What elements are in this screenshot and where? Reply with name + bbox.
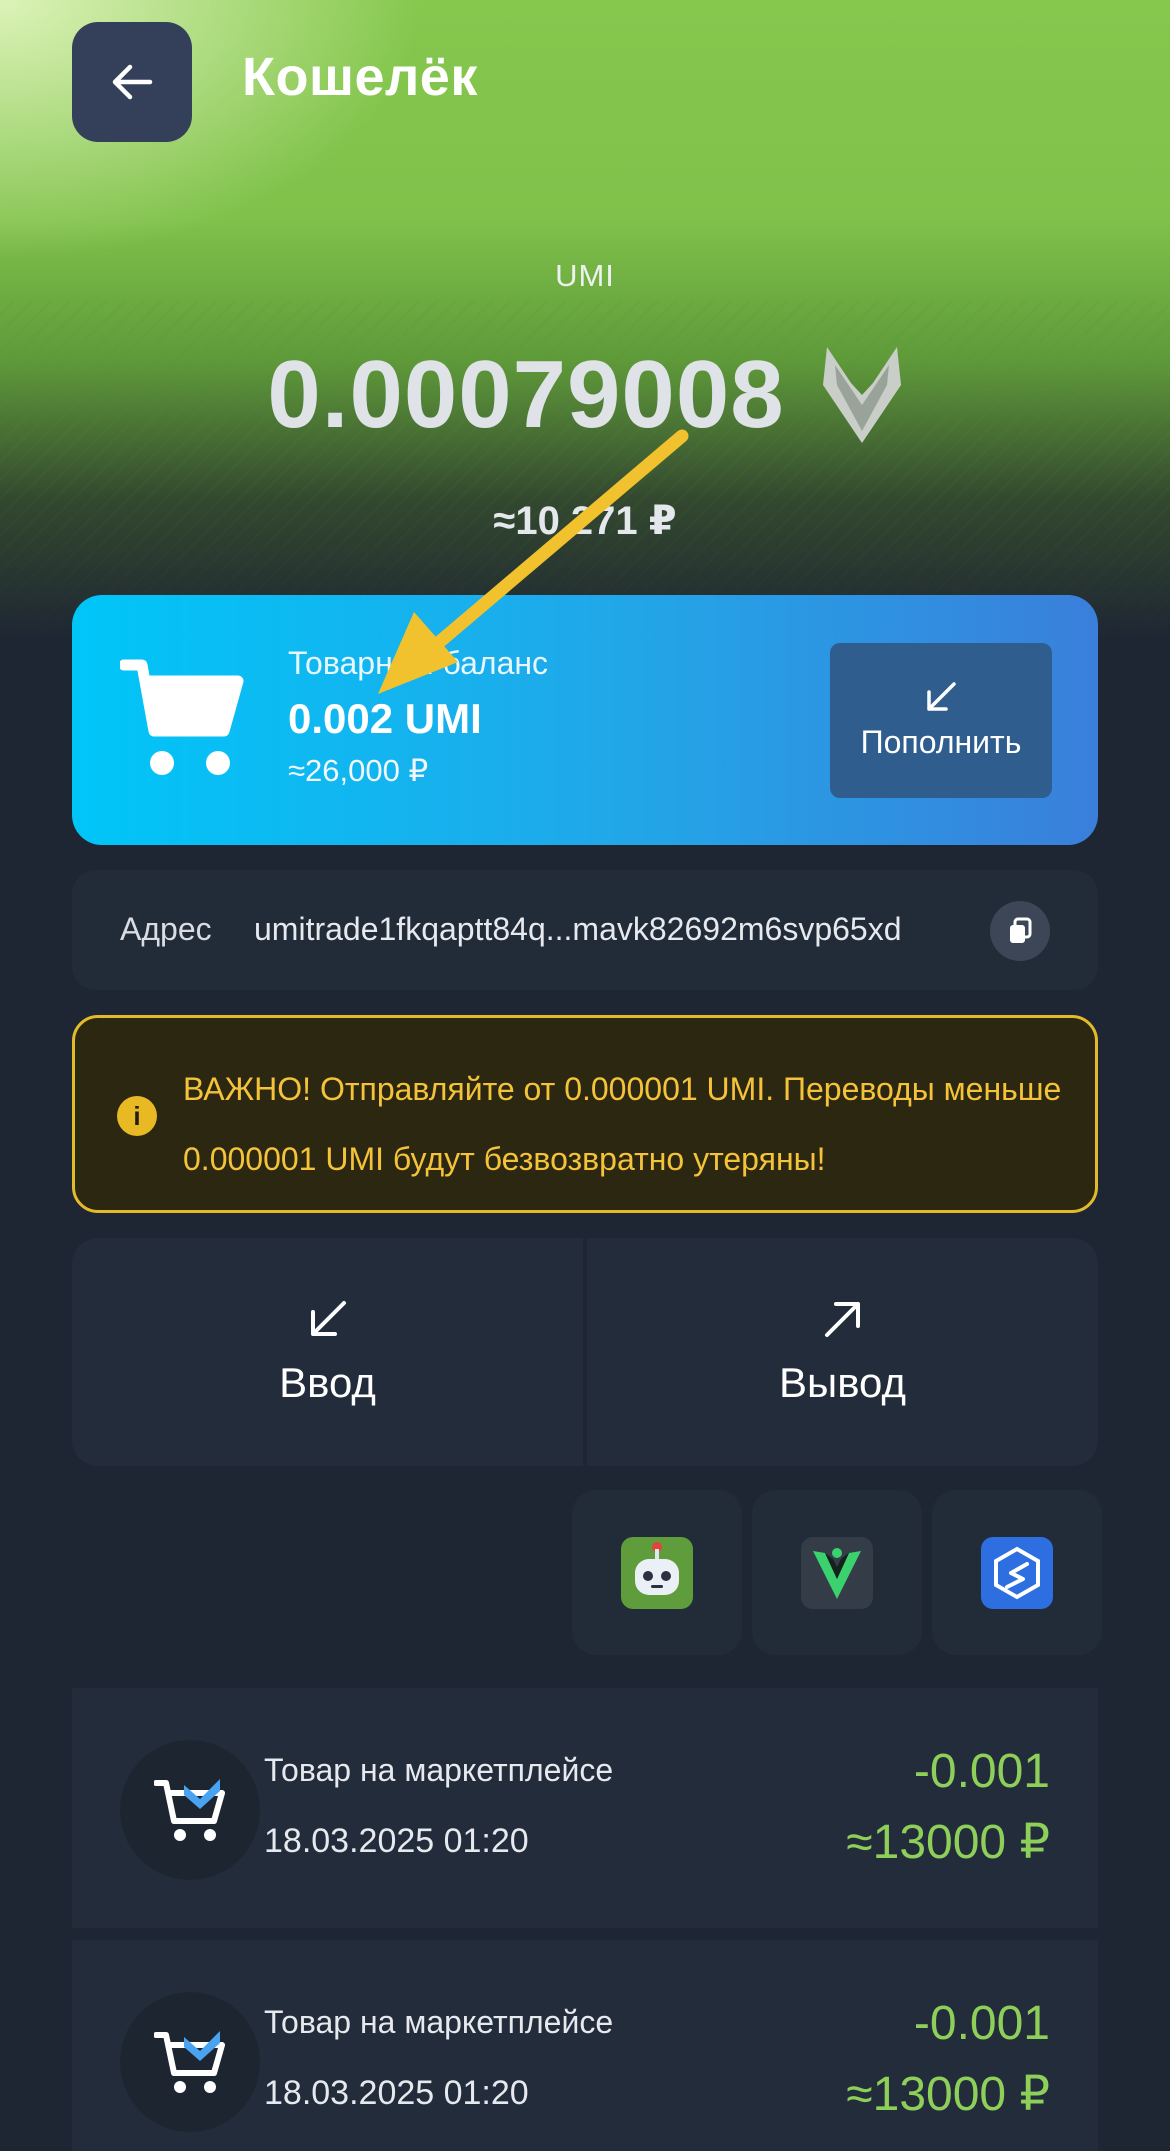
arrow-down-left-icon — [310, 1301, 346, 1336]
warning-text: ВАЖНО! Отправляйте от 0.000001 UMI. Пере… — [183, 1071, 1062, 1177]
withdraw-label: Вывод — [779, 1359, 906, 1406]
transaction-fiat: ≈13000 ₽ — [846, 1816, 1050, 1869]
transaction-date: 18.03.2025 01:20 — [264, 1822, 529, 1860]
app-tile-s[interactable] — [932, 1490, 1102, 1655]
transfer-actions: Ввод Вывод — [72, 1238, 1098, 1466]
blue-s-app-icon — [981, 1536, 1053, 1609]
copy-icon — [1010, 917, 1032, 943]
transaction-fiat: ≈13000 ₽ — [846, 2068, 1050, 2121]
app-tile-robot[interactable] — [572, 1490, 742, 1655]
annotation-arrow — [378, 429, 689, 694]
transaction-amount: -0.001 — [913, 1745, 1050, 1798]
transaction-title: Товар на маркетплейсе — [264, 1752, 614, 1788]
address-label: Адрес — [120, 911, 212, 947]
withdraw-button[interactable]: Вывод — [587, 1238, 1098, 1466]
apps-row — [572, 1490, 1102, 1655]
deposit-label: Ввод — [279, 1359, 376, 1406]
copy-address-button[interactable] — [990, 901, 1050, 961]
transaction-item[interactable]: Товар на маркетплейсе 18.03.2025 01:20 -… — [72, 1940, 1098, 2151]
info-icon: i — [117, 1096, 157, 1136]
address-value[interactable]: umitrade1fkqaptt84q...mavk82692m6svp65xd — [254, 911, 902, 948]
marketplace-cart-icon — [120, 1740, 260, 1880]
transaction-amount: -0.001 — [913, 1997, 1050, 2050]
warning-banner: i ВАЖНО! Отправляйте от 0.000001 UMI. Пе… — [72, 1015, 1098, 1213]
transaction-date: 18.03.2025 01:20 — [264, 2074, 529, 2112]
transaction-item[interactable]: Товар на маркетплейсе 18.03.2025 01:20 -… — [72, 1688, 1098, 1928]
green-v-app-icon — [801, 1536, 873, 1609]
robot-app-icon — [621, 1536, 693, 1609]
arrow-up-right-icon — [824, 1302, 860, 1337]
marketplace-cart-icon — [120, 1992, 260, 2132]
deposit-button[interactable]: Ввод — [72, 1238, 583, 1466]
address-row: Адрес umitrade1fkqaptt84q...mavk82692m6s… — [72, 870, 1098, 990]
app-tile-v[interactable] — [752, 1490, 922, 1655]
transaction-title: Товар на маркетплейсе — [264, 2004, 614, 2040]
